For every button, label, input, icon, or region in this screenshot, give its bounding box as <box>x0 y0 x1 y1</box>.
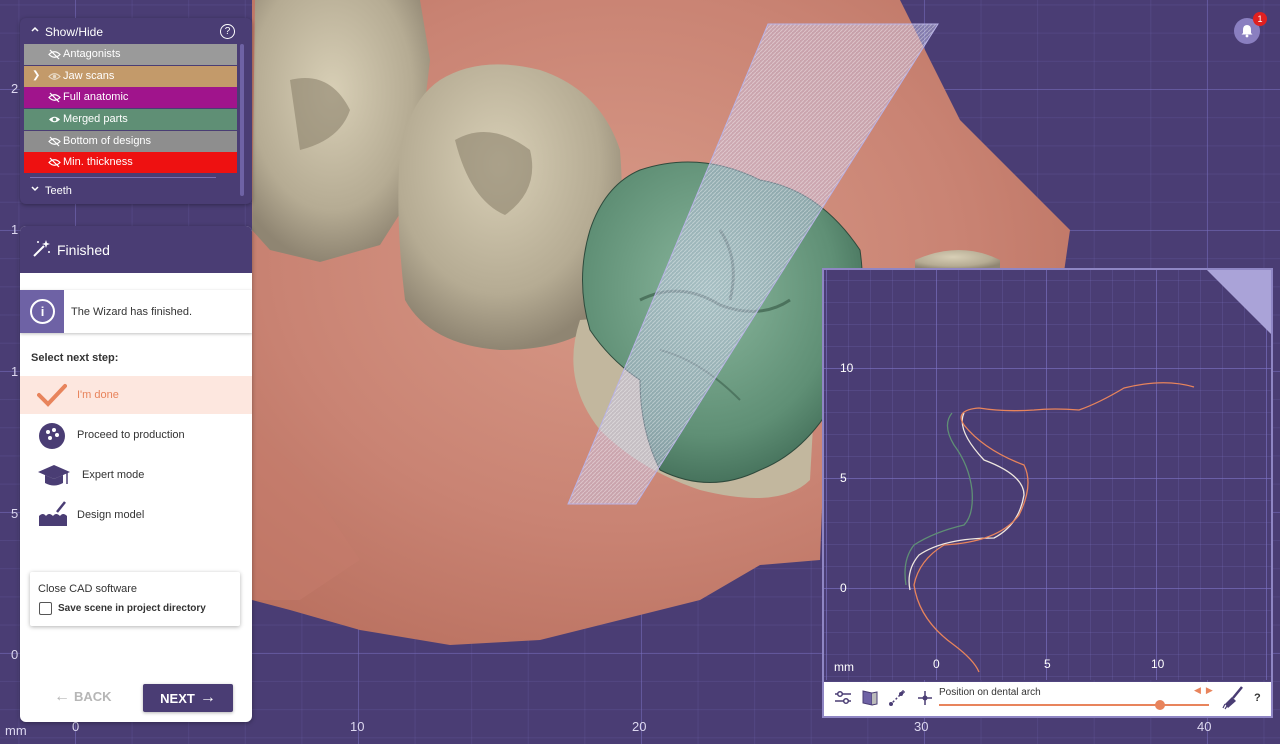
layer-row-merged-parts[interactable]: Merged parts <box>24 109 237 130</box>
step-im-done[interactable]: I'm done <box>20 376 252 414</box>
layer-label: Min. thickness <box>63 156 133 168</box>
arrow-right-icon: → <box>199 689 216 706</box>
info-text: The Wizard has finished. <box>71 306 193 318</box>
back-label: BACK <box>74 689 112 704</box>
eye-icon[interactable] <box>48 71 61 82</box>
layer-row-antagonists[interactable]: Antagonists <box>24 44 237 65</box>
position-slider-thumb[interactable] <box>1155 700 1166 710</box>
cross-section-curves <box>904 382 1195 673</box>
cross-section-plot[interactable]: 10 5 0 mm 0 5 10 <box>824 270 1271 680</box>
layer-row-full-anatomic[interactable]: Full anatomic <box>24 87 237 108</box>
unit-label: mm <box>834 660 854 674</box>
info-icon: i <box>30 299 55 324</box>
close-cad-label: Close CAD software <box>38 583 138 595</box>
x-axis-unit: mm <box>5 723 27 738</box>
show-hide-panel: Show/Hide ? Antagonists ❯ Jaw scans Full… <box>20 18 252 204</box>
x-tick-label: 5 <box>1044 657 1051 671</box>
next-label: NEXT <box>160 690 195 706</box>
x-tick-label: 0 <box>933 657 940 671</box>
measure-distance-icon[interactable] <box>888 689 906 707</box>
chevron-right-icon[interactable]: ❯ <box>32 70 40 81</box>
eye-off-icon[interactable] <box>48 136 61 147</box>
step-label: Design model <box>77 509 145 521</box>
y-tick-label: 0 <box>840 581 847 595</box>
eye-off-icon[interactable] <box>48 157 61 168</box>
wizard-panel: Finished i The Wizard has finished. Sele… <box>20 226 252 722</box>
info-banner: i The Wizard has finished. <box>20 290 252 333</box>
layer-label: Jaw scans <box>63 70 115 82</box>
scrollbar[interactable] <box>240 44 244 196</box>
step-label: Expert mode <box>82 469 145 481</box>
profile-curve-white <box>908 412 1025 591</box>
position-slider[interactable] <box>939 704 1209 706</box>
eye-off-icon[interactable] <box>48 49 61 60</box>
x-tick-label: 10 <box>1151 657 1165 671</box>
magic-wand-icon <box>33 240 50 257</box>
close-cad-card: Close CAD software Save scene in project… <box>30 572 240 626</box>
eye-off-icon[interactable] <box>48 92 61 103</box>
arrow-left-icon: ← <box>54 688 70 705</box>
teeth-group[interactable]: Teeth <box>20 184 220 200</box>
y-tick-label: 10 <box>840 361 854 375</box>
layer-row-min-thickness[interactable]: Min. thickness <box>24 152 237 173</box>
x-axis-label: 30 <box>914 719 929 734</box>
x-axis-label: 20 <box>632 719 647 734</box>
save-scene-label[interactable]: Save scene in project directory <box>58 603 206 614</box>
production-icon <box>39 423 65 449</box>
sliders-icon[interactable] <box>834 689 852 707</box>
back-button[interactable]: ← BACK <box>54 688 112 706</box>
help-icon[interactable]: ? <box>220 24 235 39</box>
step-design-model[interactable]: Design model <box>20 496 252 534</box>
y-tick-label: 5 <box>840 471 847 485</box>
layer-row-jaw-scans[interactable]: ❯ Jaw scans <box>24 66 237 87</box>
plane-view-icon[interactable] <box>861 689 879 707</box>
layer-row-bottom-of-designs[interactable]: Bottom of designs <box>24 131 237 152</box>
y-axis-label: 2 <box>11 81 19 96</box>
step-label: I'm done <box>77 389 119 401</box>
y-axis-label: 1 <box>11 222 19 237</box>
show-hide-title: Show/Hide <box>45 25 104 39</box>
step-label: Proceed to production <box>77 429 185 441</box>
chevron-down-icon[interactable] <box>30 184 40 194</box>
x-axis-label: 40 <box>1197 719 1212 734</box>
layer-label: Full anatomic <box>63 91 129 103</box>
layer-label: Antagonists <box>63 48 121 60</box>
layer-label: Bottom of designs <box>63 135 152 147</box>
eye-icon[interactable] <box>48 114 61 125</box>
graduation-cap-icon <box>38 465 70 486</box>
step-proceed-to-production[interactable]: Proceed to production <box>20 416 252 454</box>
y-axis-label: 5 <box>11 506 19 521</box>
bell-icon <box>1241 25 1253 38</box>
layer-label: Merged parts <box>63 113 128 125</box>
crosshair-point-icon[interactable] <box>916 689 934 707</box>
brush-icon[interactable] <box>1222 686 1244 710</box>
save-scene-checkbox[interactable] <box>39 602 52 615</box>
wizard-header: Finished <box>20 226 252 273</box>
select-next-step-label: Select next step: <box>31 352 119 364</box>
design-model-icon <box>39 501 67 526</box>
step-expert-mode[interactable]: Expert mode <box>20 456 252 494</box>
cross-section-toolbar: Position on dental arch ◀ ▶ ? <box>824 682 1271 716</box>
checkmark-icon <box>37 384 67 407</box>
teeth-label: Teeth <box>45 185 72 197</box>
x-axis-label: 10 <box>350 719 365 734</box>
y-axis-label: 1 <box>11 364 19 379</box>
cross-section-panel: 10 5 0 mm 0 5 10 Position on dental arch… <box>822 268 1273 718</box>
help-button[interactable]: ? <box>1254 692 1261 704</box>
y-axis-label: 0 <box>11 647 19 662</box>
position-arrows-icon[interactable]: ◀ ▶ <box>1194 685 1213 696</box>
next-button[interactable]: NEXT → <box>143 684 233 712</box>
info-icon-box: i <box>20 290 64 333</box>
divider <box>30 177 216 178</box>
notification-badge: 1 <box>1253 12 1267 26</box>
chevron-up-icon[interactable] <box>30 24 40 34</box>
show-hide-header[interactable]: Show/Hide <box>20 22 252 42</box>
corner-fold[interactable] <box>1207 270 1271 334</box>
position-label: Position on dental arch <box>939 687 1041 698</box>
wizard-title: Finished <box>57 242 110 258</box>
